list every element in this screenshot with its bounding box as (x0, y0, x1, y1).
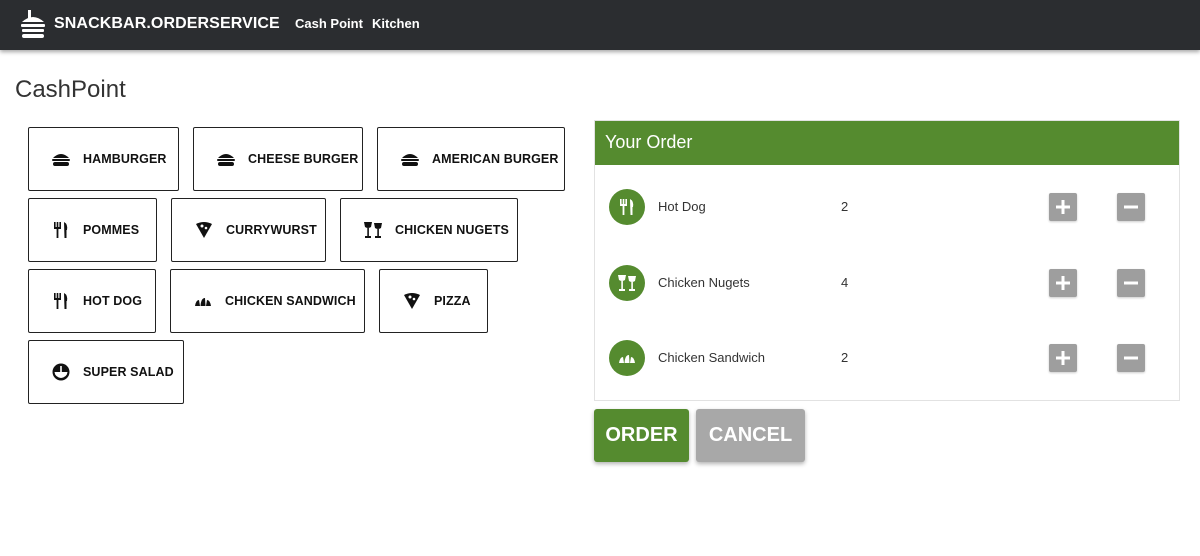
minus-icon (1124, 356, 1138, 360)
decrease-quantity-button[interactable] (1117, 269, 1145, 297)
fork-knife-icon (51, 291, 71, 311)
product-label: CHEESE BURGER (248, 152, 359, 166)
top-app-bar: SNACKBAR.ORDERSERVICE Cash Point Kitchen (0, 0, 1200, 50)
fork-knife-icon (51, 220, 71, 240)
burger-icon (400, 149, 420, 169)
product-label: CHICKEN SANDWICH (225, 294, 356, 308)
cancel-button[interactable]: CANCEL (696, 409, 805, 462)
plus-icon (1056, 351, 1070, 365)
product-label: PIZZA (434, 294, 471, 308)
brand-name: SNACKBAR.ORDERSERVICE (54, 15, 280, 32)
burger-icon (216, 149, 236, 169)
product-label: AMERICAN BURGER (432, 152, 559, 166)
order-item: Chicken Nugets 4 (595, 263, 1179, 303)
order-item-name: Chicken Nugets (658, 275, 750, 290)
nav-kitchen[interactable]: Kitchen (372, 16, 420, 31)
product-button-pommes[interactable]: POMMES (28, 198, 157, 262)
plus-icon (1056, 276, 1070, 290)
drinks-icon (363, 220, 383, 240)
order-item-quantity: 2 (841, 199, 849, 214)
product-button-chicken-sandwich[interactable]: CHICKEN SANDWICH (170, 269, 365, 333)
product-label: CHICKEN NUGETS (395, 223, 509, 237)
order-item-name: Chicken Sandwich (658, 350, 765, 365)
product-button-currywurst[interactable]: CURRYWURST (171, 198, 326, 262)
product-label: HAMBURGER (83, 152, 167, 166)
salad-bowl-icon (51, 362, 71, 382)
product-button-hot-dog[interactable]: HOT DOG (28, 269, 156, 333)
snackbar-logo-icon (21, 10, 45, 38)
minus-icon (1124, 281, 1138, 285)
order-item: Hot Dog 2 (595, 187, 1179, 227)
minus-icon (1124, 205, 1138, 209)
order-item-quantity: 2 (841, 350, 849, 365)
burger-icon (51, 149, 71, 169)
order-button[interactable]: ORDER (594, 409, 689, 462)
brand[interactable]: SNACKBAR.ORDERSERVICE (18, 9, 280, 39)
croissant-icon (609, 340, 645, 376)
order-item-quantity: 4 (841, 275, 849, 290)
decrease-quantity-button[interactable] (1117, 193, 1145, 221)
product-button-super-salad[interactable]: SUPER SALAD (28, 340, 184, 404)
increase-quantity-button[interactable] (1049, 269, 1077, 297)
product-button-hamburger[interactable]: HAMBURGER (28, 127, 179, 191)
increase-quantity-button[interactable] (1049, 344, 1077, 372)
order-item: Chicken Sandwich 2 (595, 338, 1179, 378)
increase-quantity-button[interactable] (1049, 193, 1077, 221)
page-title: CashPoint (15, 76, 126, 103)
croissant-icon (193, 291, 213, 311)
nav-cash-point[interactable]: Cash Point (295, 16, 363, 31)
pizza-slice-icon (402, 291, 422, 311)
product-button-chicken-nugets[interactable]: CHICKEN NUGETS (340, 198, 518, 262)
order-panel-title: Your Order (595, 121, 1179, 165)
fork-knife-icon (609, 189, 645, 225)
product-label: HOT DOG (83, 294, 143, 308)
product-button-pizza[interactable]: PIZZA (379, 269, 488, 333)
order-panel: Your Order Hot Dog 2 Chicken Nugets 4 Ch… (594, 120, 1180, 401)
order-item-name: Hot Dog (658, 199, 706, 214)
decrease-quantity-button[interactable] (1117, 344, 1145, 372)
pizza-slice-icon (194, 220, 214, 240)
plus-icon (1056, 200, 1070, 214)
product-button-american-burger[interactable]: AMERICAN BURGER (377, 127, 565, 191)
product-label: SUPER SALAD (83, 365, 174, 379)
product-label: CURRYWURST (226, 223, 317, 237)
product-label: POMMES (83, 223, 140, 237)
drinks-icon (609, 265, 645, 301)
product-button-cheese-burger[interactable]: CHEESE BURGER (193, 127, 363, 191)
